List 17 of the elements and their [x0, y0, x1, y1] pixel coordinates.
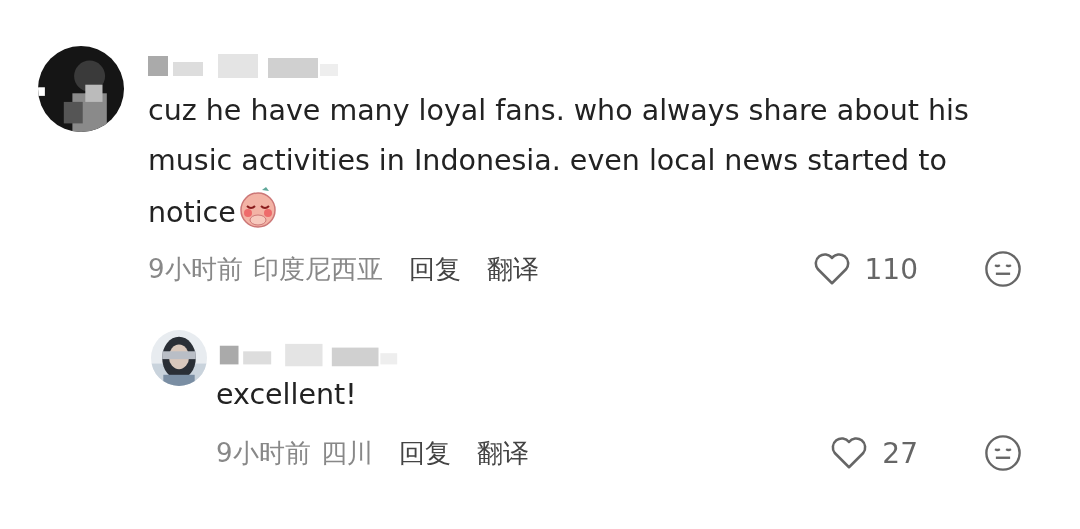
- like-button[interactable]: 27: [830, 435, 918, 471]
- blushing-face-icon: [237, 186, 278, 228]
- expressionless-face-icon[interactable]: [984, 434, 1022, 472]
- comment-location: 印度尼西亚: [252, 252, 383, 286]
- comment-location: 四川: [320, 436, 373, 470]
- like-button[interactable]: 110: [812, 251, 918, 287]
- comment-time: 9小时前: [216, 436, 311, 470]
- translate-button[interactable]: 翻译: [486, 251, 539, 287]
- comment-text: excellent!: [216, 377, 358, 413]
- comment-time: 9小时前: [148, 252, 243, 286]
- translate-button[interactable]: 翻译: [476, 435, 529, 471]
- heart-icon: [812, 251, 851, 287]
- reply-button[interactable]: 回复: [398, 435, 451, 471]
- comment-text: cuz he have many loyal fans. who always share about his music activities in Indonesia. even local news started to notice: [148, 93, 970, 231]
- heart-icon: [830, 435, 869, 471]
- reply-button[interactable]: 回复: [408, 251, 461, 287]
- expressionless-face-icon[interactable]: [984, 250, 1022, 288]
